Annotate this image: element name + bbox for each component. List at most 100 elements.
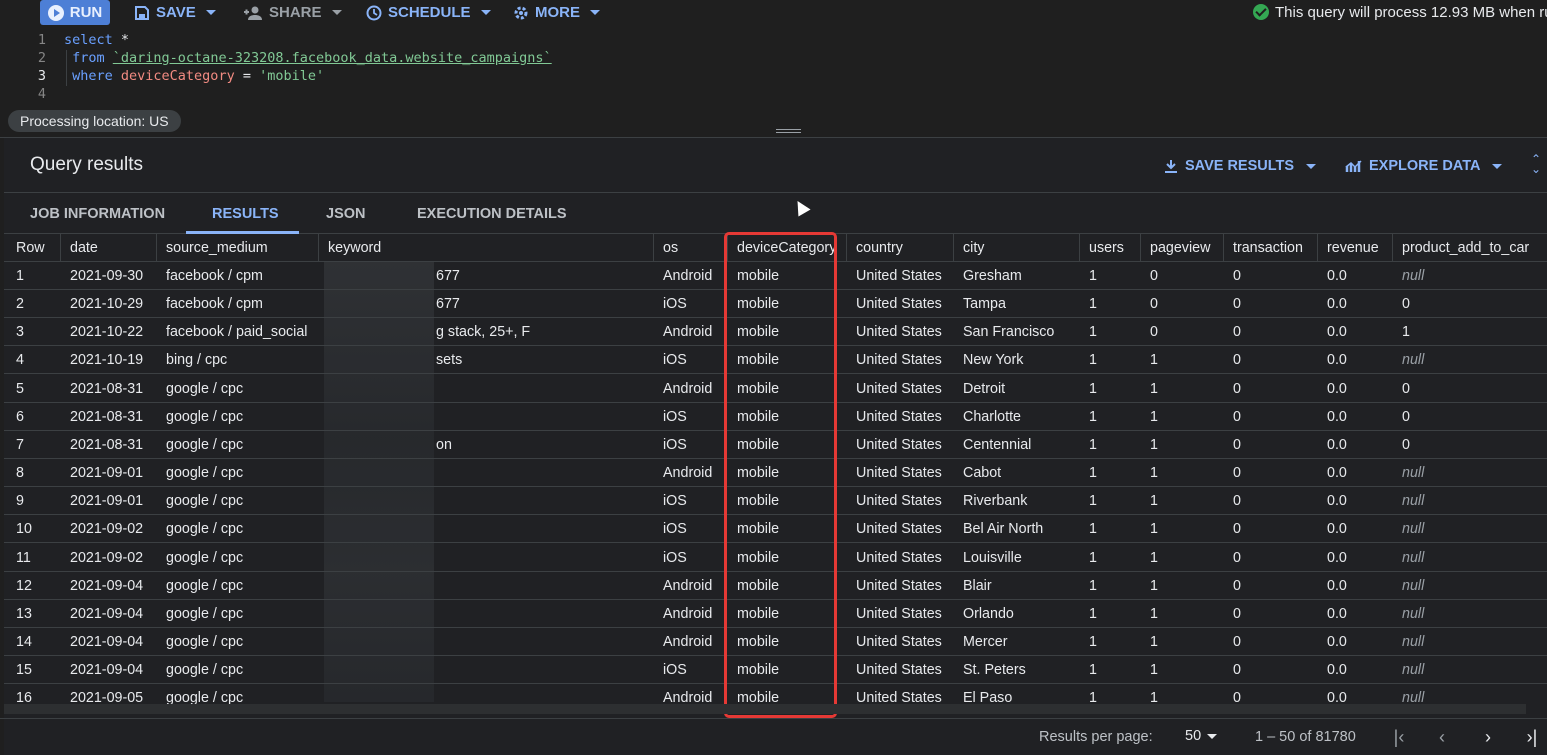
save-results-button[interactable]: SAVE RESULTS (1163, 156, 1317, 176)
cell-users: 1 (1089, 408, 1097, 425)
code-token: = (234, 68, 260, 84)
cell-city: Bel Air North (963, 521, 1044, 538)
chart-icon (1345, 160, 1362, 172)
results-title: Query results (30, 154, 143, 175)
column-separator[interactable] (1392, 234, 1393, 262)
cell-os: Android (663, 268, 713, 284)
share-person-icon (244, 6, 262, 20)
cell-transaction: 0 (1233, 268, 1241, 284)
cell-pageview: 1 (1150, 493, 1158, 510)
column-separator[interactable] (60, 234, 61, 262)
cell-city: Louisville (963, 549, 1022, 566)
column-header-source-medium[interactable]: source_medium (166, 234, 268, 262)
cell-revenue: 0.0 (1327, 268, 1347, 284)
cell-os: iOS (663, 549, 687, 566)
cell-transaction: 0 (1233, 662, 1241, 679)
cell-city: Gresham (963, 268, 1022, 284)
cell-date: 2021-10-29 (70, 296, 144, 313)
code-token: `daring-octane-323208.facebook_data.webs… (112, 50, 552, 66)
cell-date: 2021-08-31 (70, 408, 144, 425)
cell-city: St. Peters (963, 662, 1026, 679)
cell-date: 2021-08-31 (70, 436, 144, 453)
expand-icon[interactable]: ⌃ ⌄ (1529, 153, 1543, 176)
cell-os: iOS (663, 408, 687, 425)
cell-revenue: 0.0 (1327, 493, 1347, 510)
cell-product-add-to-cart: null (1402, 662, 1425, 679)
column-header-os[interactable]: os (663, 234, 678, 262)
cell-date: 2021-09-04 (70, 662, 144, 679)
code-token: 'mobile' (259, 68, 325, 84)
code-line[interactable]: 1 select * (0, 32, 1547, 50)
results-per-page-select[interactable]: 50 (1185, 728, 1218, 744)
cell-source-medium: google / cpc (166, 690, 244, 704)
column-separator[interactable] (953, 234, 954, 262)
horizontal-scrollbar[interactable] (4, 704, 1526, 714)
column-header-row[interactable]: Row (16, 234, 45, 262)
cell-source-medium: google / cpc (166, 436, 244, 453)
code-token: select (64, 32, 113, 48)
column-separator[interactable] (1140, 234, 1141, 262)
cell-os: Android (663, 577, 713, 594)
cell-country: United States (856, 465, 942, 482)
cell-product-add-to-cart: 0 (1402, 436, 1410, 453)
cell-revenue: 0.0 (1327, 577, 1347, 594)
column-header-transaction[interactable]: transaction (1233, 234, 1303, 262)
cell-city: El Paso (963, 690, 1013, 704)
column-separator[interactable] (156, 234, 157, 262)
cell-os: Android (663, 690, 713, 704)
column-separator[interactable] (846, 234, 847, 262)
more-button[interactable]: MORE (513, 0, 600, 25)
column-header-pageview[interactable]: pageview (1150, 234, 1210, 262)
column-separator[interactable] (653, 234, 654, 262)
cell-product-add-to-cart: 1 (1402, 324, 1410, 341)
cell-city: Cabot (963, 465, 1002, 482)
cell-date: 2021-09-01 (70, 465, 144, 482)
sql-editor[interactable]: 1 select * 2 from `daring-octane-323208.fa… (0, 32, 1547, 106)
code-line[interactable]: 4 (0, 86, 1547, 104)
cell-users: 1 (1089, 690, 1097, 704)
panel-resize-handle[interactable] (776, 129, 801, 133)
cell-revenue: 0.0 (1327, 549, 1347, 566)
cell-os: iOS (663, 296, 687, 313)
cell-os: iOS (663, 493, 687, 510)
column-header-product-add-to-cart[interactable]: product_add_to_car (1402, 234, 1529, 262)
explore-data-button[interactable]: EXPLORE DATA (1345, 156, 1503, 176)
share-button[interactable]: SHARE (243, 0, 342, 25)
play-icon (47, 4, 64, 21)
column-header-keyword[interactable]: keyword (328, 234, 381, 262)
save-button-label: SAVE (156, 4, 196, 21)
chevron-down-icon (590, 10, 600, 15)
check-circle-icon (1253, 4, 1269, 20)
cell-users: 1 (1089, 380, 1097, 397)
code-line[interactable]: 3 where deviceCategory = 'mobile' (0, 68, 1547, 86)
schedule-button[interactable]: SCHEDULE (366, 0, 491, 25)
column-separator[interactable] (1223, 234, 1224, 262)
column-separator[interactable] (1079, 234, 1080, 262)
column-separator[interactable] (1317, 234, 1318, 262)
code-text: select * (64, 32, 129, 48)
cell-transaction: 0 (1233, 324, 1241, 341)
run-button[interactable]: RUN (40, 0, 110, 25)
column-header-date[interactable]: date (70, 234, 98, 262)
last-page-icon[interactable]: ›| (1522, 727, 1542, 747)
column-header-users[interactable]: users (1089, 234, 1124, 262)
cell-source-medium: google / cpc (166, 605, 244, 622)
cell-country: United States (856, 605, 942, 622)
code-line[interactable]: 2 from `daring-octane-323208.facebook_da… (0, 50, 1547, 68)
column-header-country[interactable]: country (856, 234, 903, 262)
cell-revenue: 0.0 (1327, 662, 1347, 679)
save-button[interactable]: SAVE (134, 0, 216, 25)
tab-json[interactable]: JSON (326, 193, 366, 234)
column-header-revenue[interactable]: revenue (1327, 234, 1379, 262)
first-page-icon[interactable]: |‹ (1389, 727, 1409, 747)
cell-source-medium: google / cpc (166, 662, 244, 679)
prev-page-icon[interactable]: ‹ (1432, 727, 1452, 747)
tab-job-information[interactable]: JOB INFORMATION (30, 193, 165, 234)
next-page-icon[interactable]: › (1478, 727, 1498, 747)
cell-pageview: 0 (1150, 324, 1158, 341)
column-header-city[interactable]: city (963, 234, 984, 262)
cell-date: 2021-09-04 (70, 605, 144, 622)
tab-execution-details[interactable]: EXECUTION DETAILS (417, 193, 567, 234)
tab-results[interactable]: RESULTS (212, 193, 279, 234)
column-separator[interactable] (318, 234, 319, 262)
